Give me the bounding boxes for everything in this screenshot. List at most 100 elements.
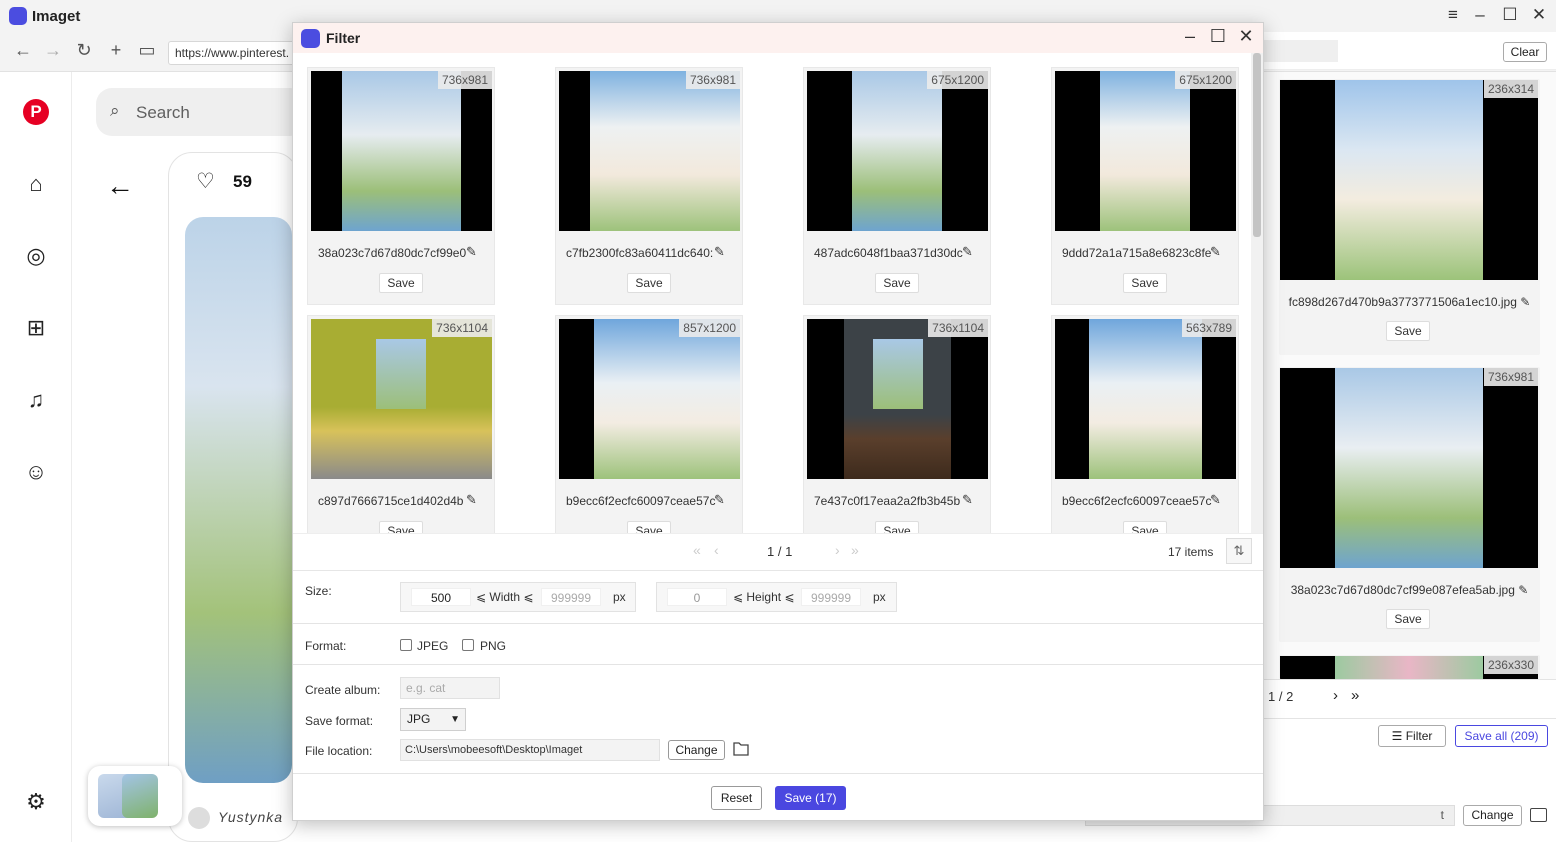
edit-icon[interactable]: ✎ bbox=[1210, 244, 1221, 260]
edit-icon[interactable]: ✎ bbox=[1518, 583, 1528, 597]
right-panel-search[interactable] bbox=[1264, 40, 1338, 62]
list-item[interactable]: 236x330 bbox=[1279, 655, 1540, 679]
image-thumbnail[interactable]: 736x1104 bbox=[311, 319, 492, 479]
image-thumbnail[interactable]: 236x330 bbox=[1280, 656, 1538, 679]
height-range: 0 ⩽ Height ⩽ 999999 px bbox=[656, 582, 897, 612]
last-page-icon[interactable]: » bbox=[1351, 687, 1359, 704]
notifications-icon[interactable]: ♫ bbox=[22, 386, 50, 414]
imaget-floating-thumbnail[interactable] bbox=[88, 766, 182, 826]
pinterest-logo-icon[interactable]: P bbox=[23, 99, 49, 125]
reset-button[interactable]: Reset bbox=[711, 786, 762, 810]
menu-icon[interactable]: ≡ bbox=[1441, 5, 1465, 25]
new-tab-icon[interactable]: + bbox=[105, 40, 127, 61]
image-card[interactable]: 563x789 b9ecc6f2ecfc60097ceae57c ✎ Save bbox=[1051, 315, 1239, 533]
image-thumbnail[interactable]: 736x1104 bbox=[807, 319, 988, 479]
image-thumbnail[interactable]: 736x981 bbox=[559, 71, 740, 231]
image-thumbnail[interactable]: 563x789 bbox=[1055, 319, 1236, 479]
heart-icon[interactable]: ♡ bbox=[196, 171, 215, 192]
image-card[interactable]: 736x1104 7e437c0f17eaa2a2fb3b45b ✎ Save bbox=[803, 315, 991, 533]
image-card[interactable]: 736x981 c7fb2300fc83a60411dc640: ✎ Save bbox=[555, 67, 743, 305]
save-format-select[interactable]: JPG ▼ bbox=[400, 708, 466, 731]
filter-button[interactable]: ☰ Filter bbox=[1378, 725, 1446, 747]
png-checkbox[interactable] bbox=[462, 639, 474, 651]
image-thumbnail[interactable]: 675x1200 bbox=[807, 71, 988, 231]
save-button[interactable]: Save bbox=[379, 273, 423, 293]
image-card[interactable]: 736x981 38a023c7d67d80dc7cf99e0 ✎ Save bbox=[307, 67, 495, 305]
url-input[interactable]: https://www.pinterest. bbox=[168, 41, 298, 65]
pinterest-search[interactable] bbox=[96, 88, 306, 136]
scrollbar-thumb[interactable] bbox=[1253, 53, 1261, 237]
prev-page-icon[interactable]: ‹ bbox=[714, 542, 719, 558]
explore-icon[interactable]: ◎ bbox=[22, 242, 50, 270]
folder-icon[interactable] bbox=[733, 741, 749, 756]
save-button[interactable]: Save bbox=[1386, 321, 1430, 341]
create-icon[interactable]: ⊞ bbox=[22, 314, 50, 342]
image-dimensions: 675x1200 bbox=[927, 71, 988, 89]
next-page-icon[interactable]: › bbox=[1333, 687, 1338, 704]
edit-icon[interactable]: ✎ bbox=[714, 492, 725, 508]
save-button[interactable]: Save bbox=[627, 521, 671, 533]
edit-icon[interactable]: ✎ bbox=[1520, 295, 1530, 309]
image-thumbnail[interactable]: 675x1200 bbox=[1055, 71, 1236, 231]
clear-button[interactable]: Clear bbox=[1503, 42, 1547, 62]
height-max-input[interactable]: 999999 bbox=[801, 588, 861, 606]
maximize-icon[interactable]: ☐ bbox=[1206, 26, 1230, 47]
tabs-icon[interactable]: ▭ bbox=[136, 40, 158, 61]
maximize-icon[interactable]: ☐ bbox=[1498, 5, 1522, 25]
settings-icon[interactable]: ⚙ bbox=[22, 788, 50, 816]
save-button[interactable]: Save bbox=[379, 521, 423, 533]
pin-author[interactable]: Yustynka bbox=[218, 809, 283, 825]
image-card[interactable]: 675x1200 9ddd72a1a715a8e6823c8fe ✎ Save bbox=[1051, 67, 1239, 305]
minimize-icon[interactable]: – bbox=[1178, 26, 1202, 47]
minimize-icon[interactable]: – bbox=[1468, 5, 1492, 25]
save-all-button[interactable]: Save all (209) bbox=[1455, 725, 1548, 747]
edit-icon[interactable]: ✎ bbox=[714, 244, 725, 260]
save-button[interactable]: Save bbox=[1123, 521, 1167, 533]
sort-icon[interactable]: ⇅ bbox=[1226, 538, 1252, 564]
home-icon[interactable]: ⌂ bbox=[22, 170, 50, 198]
avatar[interactable] bbox=[188, 807, 210, 829]
save-button[interactable]: Save bbox=[627, 273, 671, 293]
save-button[interactable]: Save bbox=[875, 273, 919, 293]
image-card[interactable]: 675x1200 487adc6048f1baa371d30dc ✎ Save bbox=[803, 67, 991, 305]
image-card[interactable]: 857x1200 b9ecc6f2ecfc60097ceae57c ✎ Save bbox=[555, 315, 743, 533]
close-icon[interactable]: ✕ bbox=[1527, 5, 1551, 25]
edit-icon[interactable]: ✎ bbox=[1210, 492, 1221, 508]
forward-icon[interactable]: → bbox=[42, 40, 64, 61]
save-button[interactable]: Save bbox=[1386, 609, 1430, 629]
image-thumbnail[interactable]: 857x1200 bbox=[559, 319, 740, 479]
list-item[interactable]: 736x981 38a023c7d67d80dc7cf99e087efea5ab… bbox=[1279, 367, 1540, 642]
jpeg-label: JPEG bbox=[417, 639, 449, 653]
save-button[interactable]: Save bbox=[875, 521, 919, 533]
width-min-input[interactable]: 500 bbox=[411, 588, 471, 606]
reload-icon[interactable]: ↻ bbox=[73, 40, 95, 61]
edit-icon[interactable]: ✎ bbox=[466, 492, 477, 508]
back-arrow-icon[interactable]: ← bbox=[106, 170, 134, 202]
edit-icon[interactable]: ✎ bbox=[466, 244, 477, 260]
folder-icon[interactable] bbox=[1530, 808, 1547, 822]
save-filtered-button[interactable]: Save (17) bbox=[775, 786, 846, 810]
image-dimensions: 736x1104 bbox=[432, 319, 492, 337]
album-input[interactable]: e.g. cat bbox=[400, 677, 500, 699]
messages-icon[interactable]: ☺ bbox=[22, 458, 50, 486]
change-location-button[interactable]: Change bbox=[1463, 805, 1522, 826]
edit-icon[interactable]: ✎ bbox=[962, 492, 973, 508]
save-button[interactable]: Save bbox=[1123, 273, 1167, 293]
list-item[interactable]: 236x314 fc898d267d470b9a3773771506a1ec10… bbox=[1279, 79, 1540, 355]
edit-icon[interactable]: ✎ bbox=[962, 244, 973, 260]
change-location-button[interactable]: Change bbox=[668, 740, 725, 760]
pin-image[interactable] bbox=[185, 217, 292, 783]
file-location-input[interactable]: C:\Users\mobeesoft\Desktop\Imaget bbox=[400, 739, 660, 761]
jpeg-checkbox[interactable] bbox=[400, 639, 412, 651]
image-thumbnail[interactable]: 236x314 bbox=[1280, 80, 1538, 280]
last-page-icon[interactable]: » bbox=[851, 542, 859, 558]
back-icon[interactable]: ← bbox=[12, 40, 34, 61]
width-max-input[interactable]: 999999 bbox=[541, 588, 601, 606]
first-page-icon[interactable]: « bbox=[693, 542, 701, 558]
image-thumbnail[interactable]: 736x981 bbox=[311, 71, 492, 231]
image-card[interactable]: 736x1104 c897d7666715ce1d402d4b ✎ Save bbox=[307, 315, 495, 533]
next-page-icon[interactable]: › bbox=[835, 542, 840, 558]
image-thumbnail[interactable]: 736x981 bbox=[1280, 368, 1538, 568]
close-icon[interactable]: ✕ bbox=[1234, 26, 1258, 47]
height-min-input[interactable]: 0 bbox=[667, 588, 727, 606]
